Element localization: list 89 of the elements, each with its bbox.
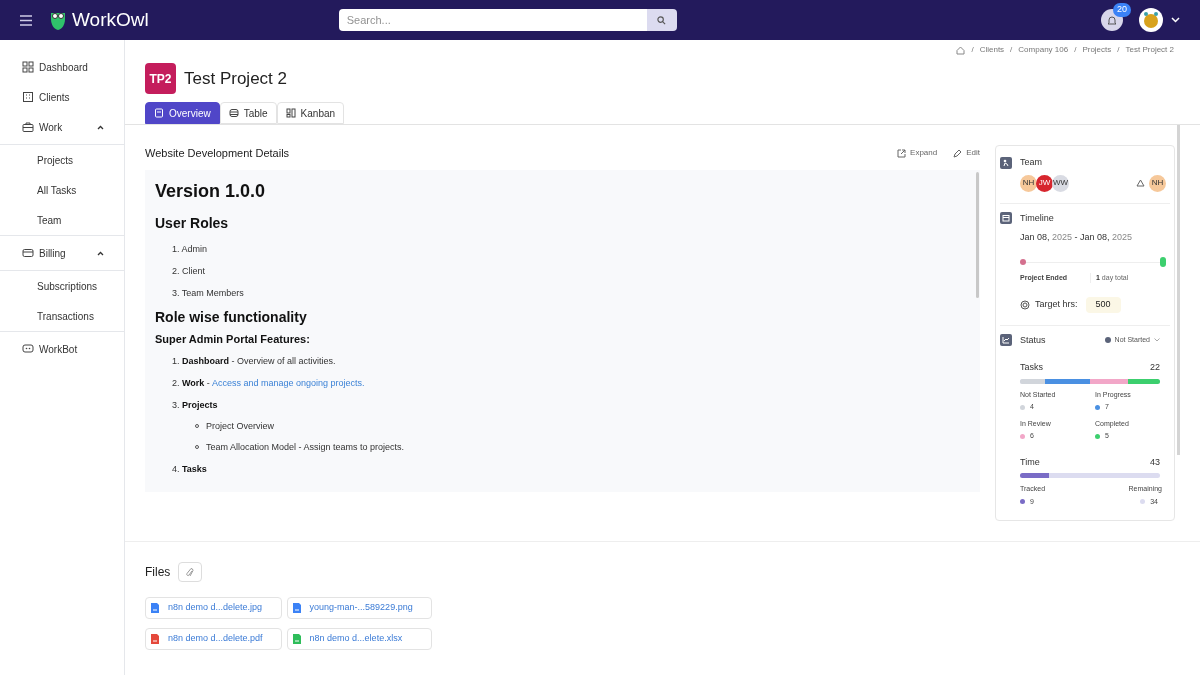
- section-title: Timeline: [1020, 211, 1054, 225]
- pdf-file-icon: [150, 633, 160, 645]
- image-file-icon: [150, 602, 160, 614]
- clock-icon: [1142, 11, 1160, 29]
- bell-icon: [1107, 14, 1117, 26]
- menu-icon[interactable]: [20, 14, 32, 26]
- chat-icon: [22, 343, 34, 355]
- user-avatar[interactable]: [1139, 8, 1163, 32]
- breadcrumb-link[interactable]: Company 106: [1018, 44, 1069, 56]
- date-range: Jan 08, 2025 - Jan 08, 2025: [1019, 231, 1134, 244]
- tab[interactable]: Kanban: [276, 102, 345, 124]
- building-icon: [22, 91, 34, 103]
- section-title: Status: [1020, 333, 1046, 347]
- sidebar-item[interactable]: Billing: [0, 238, 124, 268]
- calendar-icon: [1000, 212, 1012, 225]
- member-avatar: WW: [1052, 174, 1069, 192]
- card-icon: [22, 247, 34, 259]
- search-field[interactable]: Search...: [338, 9, 647, 31]
- metric-label: Time: [1020, 455, 1040, 469]
- list-item: 3. Projects: [171, 398, 219, 412]
- project-badge: TP2: [145, 63, 176, 94]
- metric-total: 22: [1150, 361, 1160, 374]
- chart-icon: [1000, 334, 1012, 347]
- team-icon: [1000, 156, 1012, 169]
- target-label: Target hrs:: [1035, 298, 1078, 311]
- list-item: 2. Client: [171, 264, 207, 278]
- breadcrumb-separator: /: [1074, 44, 1077, 56]
- member-avatar: JW: [1036, 174, 1053, 192]
- metric-label: Tasks: [1020, 361, 1043, 374]
- chevron-down-icon[interactable]: [1171, 17, 1180, 23]
- metric-total: 43: [1150, 455, 1160, 469]
- tab[interactable]: Overview: [145, 102, 220, 124]
- table-icon: [228, 108, 239, 118]
- sidebar-item[interactable]: Work: [0, 112, 124, 142]
- list-item: Team Allocation Model - Assign teams to projects.: [206, 440, 405, 454]
- sidebar-item[interactable]: Dashboard: [0, 52, 124, 82]
- pencil-icon: [953, 148, 963, 158]
- spreadsheet-file-icon: [291, 633, 302, 645]
- breadcrumb-separator: /: [1010, 44, 1013, 56]
- breadcrumb-link[interactable]: Projects: [1082, 44, 1112, 56]
- file-chip[interactable]: n8n demo d...delete.jpg: [145, 597, 282, 619]
- chevron-down-icon: [1154, 338, 1160, 343]
- notification-count: 20: [1113, 3, 1131, 17]
- target-value: 500: [1085, 297, 1121, 313]
- list-item: 3. Team Members: [171, 286, 245, 300]
- paperclip-icon: [186, 566, 195, 578]
- document-heading: Super Admin Portal Features:: [155, 331, 311, 346]
- breadcrumb-separator: /: [1117, 44, 1120, 56]
- action-link[interactable]: Edit: [953, 147, 980, 160]
- sidebar-item[interactable]: WorkBot: [0, 334, 124, 364]
- document-icon: [154, 108, 164, 118]
- file-chip[interactable]: n8n demo d...elete.xlsx: [286, 628, 432, 650]
- breadcrumb-link[interactable]: Clients: [979, 44, 1005, 56]
- search-button[interactable]: [646, 9, 677, 31]
- list-item: 2. Work - Access and manage ongoing projects.: [171, 376, 366, 390]
- project-title: Test Project 2: [184, 67, 287, 90]
- list-item: 1. Admin: [171, 242, 209, 256]
- sidebar-subitem[interactable]: Subscriptions: [0, 271, 124, 301]
- grid-icon: [22, 61, 34, 73]
- tab[interactable]: Table: [219, 102, 277, 124]
- image-file-icon: [291, 602, 302, 614]
- files-title: Files: [145, 564, 171, 581]
- document-heading: Role wise functionality: [155, 307, 308, 326]
- app-name: WorkOwl: [72, 7, 149, 32]
- section-title: Team: [1020, 156, 1042, 169]
- sidebar-item[interactable]: Clients: [0, 82, 124, 112]
- section-title: Website Development Details: [145, 146, 290, 161]
- document-heading: User Roles: [155, 213, 230, 232]
- briefcase-icon: [22, 121, 34, 133]
- expand-icon: [897, 148, 907, 158]
- breadcrumb-separator: /: [971, 44, 974, 56]
- search-icon: [657, 15, 667, 25]
- document-heading: Version 1.0.0: [155, 179, 267, 202]
- sidebar-subitem[interactable]: Team: [0, 205, 124, 235]
- sidebar-subitem[interactable]: All Tasks: [0, 175, 124, 205]
- file-chip[interactable]: young-man-...589229.png: [286, 597, 432, 619]
- list-item: Project Overview: [206, 419, 275, 433]
- action-link[interactable]: Expand: [897, 147, 938, 160]
- triangle-icon: [1136, 179, 1145, 187]
- sidebar-subitem[interactable]: Transactions: [0, 301, 124, 331]
- list-item: 4. Tasks: [171, 462, 208, 476]
- file-chip[interactable]: n8n demo d...delete.pdf: [145, 628, 282, 650]
- member-avatar: NH: [1020, 174, 1037, 192]
- sidebar-subitem[interactable]: Projects: [0, 145, 124, 175]
- document-link[interactable]: Access and manage ongoing projects.: [211, 377, 365, 388]
- list-item: 1. Dashboard - Overview of all activities.: [171, 354, 337, 368]
- kanban-icon: [285, 108, 296, 118]
- target-icon: [1020, 299, 1030, 310]
- owner-avatar: NH: [1149, 174, 1166, 192]
